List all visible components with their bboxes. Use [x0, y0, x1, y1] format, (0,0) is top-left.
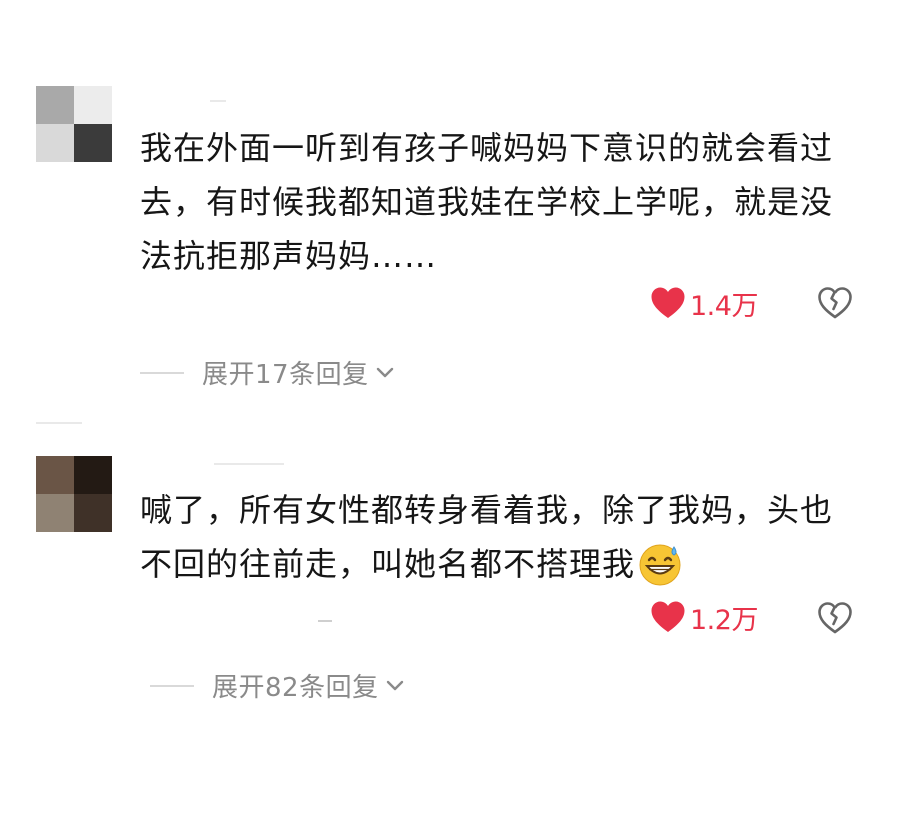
- broken-heart-icon: [818, 602, 852, 634]
- expand-replies-button[interactable]: 展开82条回复: [150, 667, 405, 704]
- dislike-button[interactable]: [817, 601, 853, 639]
- comment-actions: 1.2万: [650, 597, 758, 637]
- avatar[interactable]: [36, 456, 112, 532]
- comment-item-2: 喊了，所有女性都转身看着我，除了我妈，头也 不回的往前走，叫她名都不搭理我 1.…: [0, 0, 897, 813]
- comment-text: 喊了，所有女性都转身看着我，除了我妈，头也 不回的往前走，叫她名都不搭理我: [140, 483, 870, 591]
- avatar-pixel: [36, 494, 74, 532]
- expand-replies-label: 展开82条回复: [212, 673, 379, 703]
- avatar-pixel: [36, 456, 74, 494]
- avatar-pixel: [74, 456, 112, 494]
- avatar-pixel: [74, 494, 112, 532]
- like-button[interactable]: 1.2万: [650, 598, 758, 637]
- redacted-mark: [318, 620, 332, 622]
- redacted-separator: [36, 422, 82, 424]
- grinning-sweat-emoji: [639, 544, 681, 586]
- chevron-down-icon: [386, 680, 403, 690]
- comment-line: 不回的往前走，叫她名都不搭理我: [140, 537, 870, 591]
- redacted-username: [214, 463, 284, 465]
- like-count: 1.2万: [690, 604, 758, 636]
- comment-line-text: 不回的往前走，叫她名都不搭理我: [140, 545, 636, 583]
- divider-line: [150, 684, 194, 687]
- heart-icon: [651, 601, 685, 632]
- comment-line: 喊了，所有女性都转身看着我，除了我妈，头也: [140, 491, 834, 529]
